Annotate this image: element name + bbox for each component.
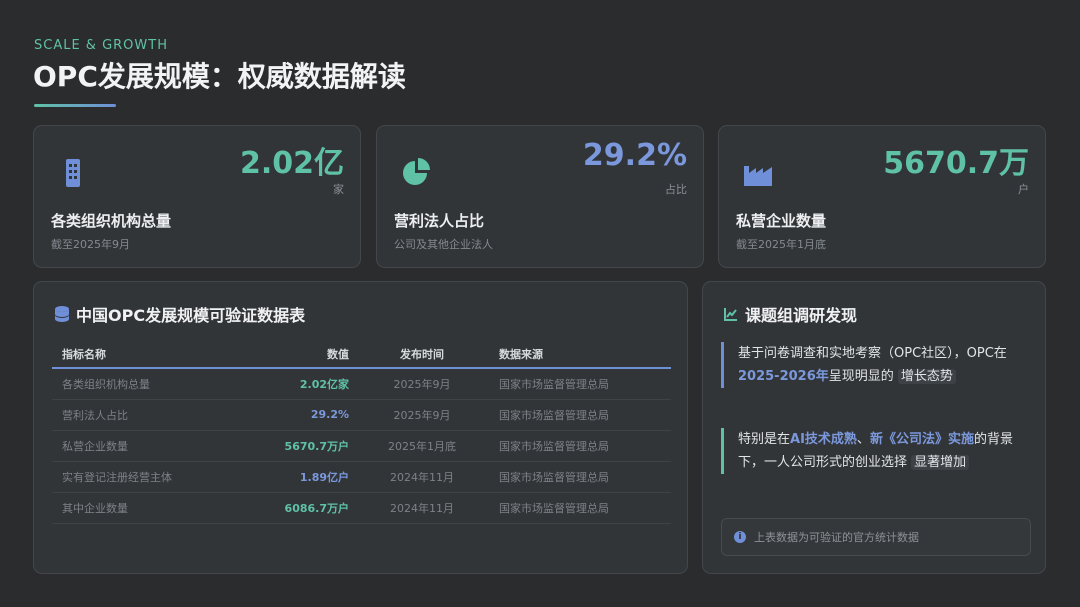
footnote-text: 上表数据为可验证的官方统计数据: [754, 531, 919, 544]
finding-text: 基于问卷调查和实地考察（OPC社区），OPC在: [738, 346, 1007, 361]
column-header: 数值: [257, 340, 367, 369]
stat-card-organizations: 2.02亿 家 各类组织机构总量 截至2025年9月: [33, 125, 361, 268]
cell-source: 国家市场监督管理总局: [477, 430, 671, 462]
trend-chart-icon: [724, 308, 737, 321]
cell-value: 29.2%: [257, 399, 367, 431]
stat-card-for-profit-share: 29.2% 占比 营利法人占比 公司及其他企业法人: [376, 125, 704, 268]
cell-source: 国家市场监督管理总局: [477, 461, 671, 493]
cell-date: 2025年1月底: [367, 430, 477, 462]
cell-source: 国家市场监督管理总局: [477, 492, 671, 524]
data-table-card: 中国OPC发展规模可验证数据表 指标名称 数值 发布时间 数据来源 各类组织机构…: [33, 281, 688, 574]
table-row: 各类组织机构总量 2.02亿家 2025年9月 国家市场监督管理总局: [52, 368, 671, 400]
kicker: SCALE & GROWTH: [34, 38, 168, 53]
column-header: 指标名称: [52, 340, 257, 369]
findings-card: 课题组调研发现 基于问卷调查和实地考察（OPC社区），OPC在 2025-2026…: [702, 281, 1046, 574]
cell-date: 2025年9月: [367, 368, 477, 400]
highlight-chip: 显著增加: [911, 455, 970, 470]
cell-value: 2.02亿家: [257, 368, 367, 400]
cell-indicator: 各类组织机构总量: [52, 368, 257, 400]
factory-icon: [744, 166, 772, 186]
column-header: 数据来源: [477, 340, 671, 369]
highlight-company-law: 新《公司法》实施: [869, 432, 974, 447]
cell-value: 6086.7万户: [257, 492, 367, 524]
finding-text: 、: [856, 432, 870, 447]
highlight-years: 2025-2026年: [738, 369, 829, 384]
findings-section-title: 课题组调研发现: [723, 302, 857, 326]
cell-indicator: 其中企业数量: [52, 492, 257, 524]
title-underline: [34, 104, 116, 107]
stat-note: 公司及其他企业法人: [394, 238, 493, 251]
table-title-text: 中国OPC发展规模可验证数据表: [76, 306, 306, 325]
table-section-title: 中国OPC发展规模可验证数据表: [54, 302, 305, 326]
stat-value: 5670.7万: [883, 146, 1029, 181]
footnote-box: i 上表数据为可验证的官方统计数据: [721, 518, 1031, 556]
cell-date: 2024年11月: [367, 492, 477, 524]
finding-one-person-company: 特别是在AI技术成熟、新《公司法》实施的背景下，一人公司形式的创业选择 显著增加: [721, 428, 1031, 474]
highlight-ai: AI技术成熟: [790, 432, 857, 447]
stat-label: 私营企业数量: [736, 212, 827, 230]
cell-value: 5670.7万户: [257, 430, 367, 462]
stat-label: 各类组织机构总量: [51, 212, 172, 230]
building-icon: [66, 159, 80, 187]
stat-unit: 户: [1018, 183, 1029, 196]
table-row: 营利法人占比 29.2% 2025年9月 国家市场监督管理总局: [52, 399, 671, 431]
column-header: 发布时间: [367, 340, 477, 369]
highlight-chip: 增长态势: [897, 369, 956, 384]
database-icon: [55, 306, 69, 322]
stat-label: 营利法人占比: [394, 212, 485, 230]
findings-title-text: 课题组调研发现: [745, 306, 858, 325]
cell-source: 国家市场监督管理总局: [477, 399, 671, 431]
table-row: 私营企业数量 5670.7万户 2025年1月底 国家市场监督管理总局: [52, 430, 671, 462]
table-header-row: 指标名称 数值 发布时间 数据来源: [52, 340, 671, 369]
stat-card-private-enterprises: 5670.7万 户 私营企业数量 截至2025年1月底: [718, 125, 1046, 268]
cell-indicator: 私营企业数量: [52, 430, 257, 462]
finding-growth-trend: 基于问卷调查和实地考察（OPC社区），OPC在 2025-2026年呈现明显的 增…: [721, 342, 1031, 388]
cell-source: 国家市场监督管理总局: [477, 368, 671, 400]
table-row: 实有登记注册经营主体 1.89亿户 2024年11月 国家市场监督管理总局: [52, 461, 671, 493]
cell-indicator: 实有登记注册经营主体: [52, 461, 257, 493]
table-row: 其中企业数量 6086.7万户 2024年11月 国家市场监督管理总局: [52, 492, 671, 524]
stat-unit: 占比: [665, 183, 687, 196]
pie-chart-icon: [403, 158, 430, 185]
info-icon: i: [734, 531, 746, 543]
cell-indicator: 营利法人占比: [52, 399, 257, 431]
finding-text: 特别是在: [738, 432, 791, 447]
finding-text: 呈现明显的: [828, 369, 894, 384]
stat-note: 截至2025年9月: [51, 238, 130, 251]
cell-date: 2024年11月: [367, 461, 477, 493]
stat-note: 截至2025年1月底: [736, 238, 826, 251]
stat-value: 2.02亿: [239, 146, 344, 181]
cell-date: 2025年9月: [367, 399, 477, 431]
cell-value: 1.89亿户: [257, 461, 367, 493]
page-title: OPC发展规模：权威数据解读: [33, 60, 406, 93]
stat-value: 29.2%: [582, 138, 687, 173]
data-table: 指标名称 数值 发布时间 数据来源 各类组织机构总量 2.02亿家 2025年9…: [52, 340, 671, 524]
stat-unit: 家: [333, 183, 344, 196]
